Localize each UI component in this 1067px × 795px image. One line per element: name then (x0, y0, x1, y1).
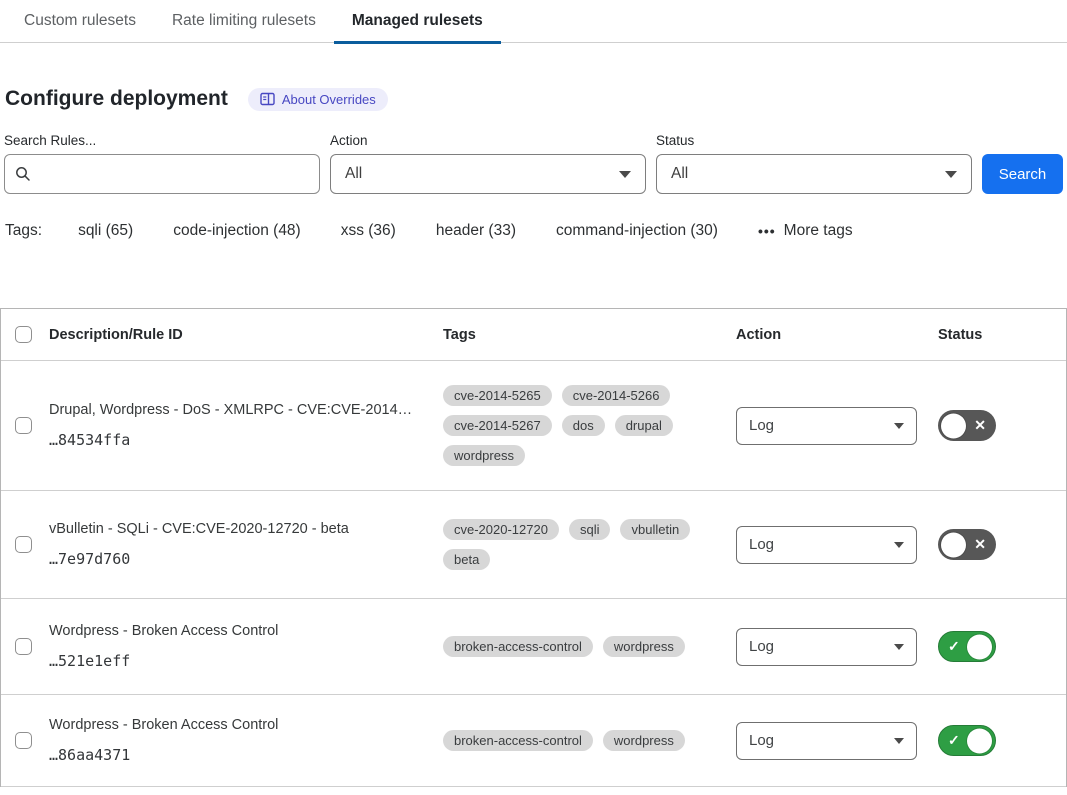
chevron-down-icon (619, 171, 631, 178)
table-row: Wordpress - Broken Access Control …86aa4… (1, 695, 1066, 787)
more-tags-button[interactable]: ••• More tags (758, 222, 853, 240)
chevron-down-icon (945, 171, 957, 178)
status-toggle[interactable]: ✓ (938, 725, 996, 756)
status-filter-label: Status (656, 133, 972, 148)
tag-link-header[interactable]: header (33) (436, 222, 516, 240)
tag-pill: wordpress (603, 636, 685, 657)
chevron-down-icon (894, 423, 904, 429)
status-toggle[interactable]: ✕ (938, 410, 996, 441)
tag-pill: wordpress (603, 730, 685, 751)
rule-action-select[interactable]: Log (736, 407, 917, 445)
tag-link-command-injection[interactable]: command-injection (30) (556, 222, 718, 240)
filters-row: Search Rules... Action All Status All Se… (0, 111, 1067, 194)
tag-pill: beta (443, 549, 490, 570)
toggle-knob (967, 728, 992, 753)
tags-bar-label: Tags: (5, 222, 42, 240)
page-title: Configure deployment (5, 87, 228, 111)
col-header-status: Status (934, 327, 1066, 343)
col-header-action: Action (732, 327, 934, 343)
rule-tags: cve-2020-12720 sqli vbulletin beta (443, 519, 728, 570)
more-dots-icon: ••• (758, 223, 776, 239)
status-toggle[interactable]: ✓ (938, 631, 996, 662)
status-toggle[interactable]: ✕ (938, 529, 996, 560)
toggle-knob (941, 413, 966, 438)
action-filter-value: All (345, 165, 362, 183)
tag-link-xss[interactable]: xss (36) (341, 222, 396, 240)
more-tags-label: More tags (784, 222, 853, 240)
search-rules-input[interactable] (39, 166, 309, 183)
rule-action-value: Log (749, 417, 774, 434)
rule-description: Drupal, Wordpress - DoS - XMLRPC - CVE:C… (49, 402, 415, 418)
tag-pill: cve-2014-5267 (443, 415, 552, 436)
col-header-tags: Tags (439, 327, 732, 343)
tag-pill: cve-2020-12720 (443, 519, 559, 540)
toggle-knob (967, 634, 992, 659)
col-header-description: Description/Rule ID (45, 327, 439, 343)
status-filter-value: All (671, 165, 688, 183)
rule-id: …86aa4371 (49, 746, 415, 764)
rule-tags: cve-2014-5265 cve-2014-5266 cve-2014-5267 d… (443, 385, 728, 466)
chevron-down-icon (894, 542, 904, 548)
tag-pill: cve-2014-5266 (562, 385, 671, 406)
tab-rate-limiting-rulesets[interactable]: Rate limiting rulesets (154, 2, 334, 42)
tag-pill: cve-2014-5265 (443, 385, 552, 406)
row-checkbox[interactable] (15, 638, 32, 655)
table-row: vBulletin - SQLi - CVE:CVE-2020-12720 - … (1, 491, 1066, 599)
tag-pill: sqli (569, 519, 611, 540)
managed-rules-table: Description/Rule ID Tags Action Status D… (0, 308, 1067, 787)
about-overrides-badge[interactable]: About Overrides (248, 88, 388, 111)
heading-row: Configure deployment About Overrides (0, 43, 1067, 111)
tag-pill: broken-access-control (443, 730, 593, 751)
row-checkbox[interactable] (15, 536, 32, 553)
search-rules-label: Search Rules... (4, 133, 320, 148)
tab-bar: Custom rulesets Rate limiting rulesets M… (0, 0, 1067, 43)
tab-custom-rulesets[interactable]: Custom rulesets (6, 2, 154, 42)
search-rules-box (4, 154, 320, 194)
action-filter-label: Action (330, 133, 646, 148)
tag-pill: wordpress (443, 445, 525, 466)
check-icon: ✓ (948, 638, 960, 655)
tag-pill: drupal (615, 415, 673, 436)
tab-managed-rulesets[interactable]: Managed rulesets (334, 2, 501, 42)
rule-description: Wordpress - Broken Access Control (49, 623, 415, 639)
tag-pill: vbulletin (620, 519, 690, 540)
chevron-down-icon (894, 644, 904, 650)
table-row: Drupal, Wordpress - DoS - XMLRPC - CVE:C… (1, 361, 1066, 491)
status-filter-select[interactable]: All (656, 154, 972, 194)
check-icon: ✓ (948, 732, 960, 749)
tag-link-code-injection[interactable]: code-injection (48) (173, 222, 301, 240)
table-header-row: Description/Rule ID Tags Action Status (1, 309, 1066, 361)
tags-bar: Tags: sqli (65) code-injection (48) xss … (0, 194, 1067, 240)
toggle-knob (941, 532, 966, 557)
select-all-checkbox[interactable] (15, 326, 32, 343)
rule-tags: broken-access-control wordpress (443, 636, 728, 657)
tag-pill: dos (562, 415, 605, 436)
x-icon: ✕ (974, 536, 986, 553)
rule-action-select[interactable]: Log (736, 526, 917, 564)
rule-id: …84534ffa (49, 431, 415, 449)
table-row: Wordpress - Broken Access Control …521e1… (1, 599, 1066, 695)
rule-action-value: Log (749, 732, 774, 749)
search-icon (15, 166, 31, 182)
rule-id: …7e97d760 (49, 550, 415, 568)
tag-link-sqli[interactable]: sqli (65) (78, 222, 133, 240)
chevron-down-icon (894, 738, 904, 744)
action-filter-select[interactable]: All (330, 154, 646, 194)
tag-pill: broken-access-control (443, 636, 593, 657)
x-icon: ✕ (974, 417, 986, 434)
rule-action-select[interactable]: Log (736, 628, 917, 666)
about-overrides-label: About Overrides (282, 92, 376, 107)
rule-description: Wordpress - Broken Access Control (49, 717, 415, 733)
search-button[interactable]: Search (982, 154, 1063, 194)
book-icon (260, 92, 275, 106)
row-checkbox[interactable] (15, 417, 32, 434)
rule-description: vBulletin - SQLi - CVE:CVE-2020-12720 - … (49, 521, 415, 537)
table-body: Drupal, Wordpress - DoS - XMLRPC - CVE:C… (1, 361, 1066, 787)
row-checkbox[interactable] (15, 732, 32, 749)
rule-id: …521e1eff (49, 652, 415, 670)
rule-action-value: Log (749, 536, 774, 553)
rule-action-select[interactable]: Log (736, 722, 917, 760)
rule-tags: broken-access-control wordpress (443, 730, 728, 751)
rule-action-value: Log (749, 638, 774, 655)
